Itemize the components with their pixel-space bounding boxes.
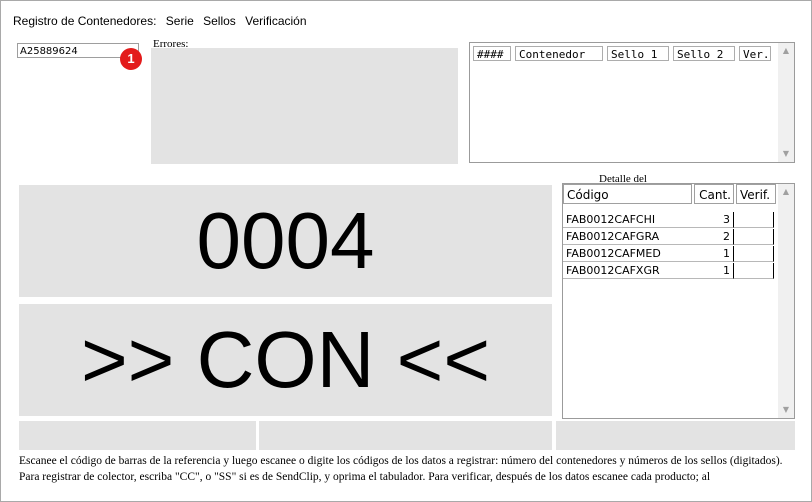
counter-display: 0004	[19, 185, 552, 297]
table-row[interactable]: FAB0012CAFXGR 1	[563, 263, 774, 279]
col-header-contenedor: Contenedor	[515, 46, 603, 61]
scroll-down-icon[interactable]: ▼	[778, 402, 794, 418]
cell-code: FAB0012CAFMED	[563, 246, 694, 262]
status-box-3	[556, 421, 795, 450]
step-badge: 1	[120, 48, 142, 70]
menu-title: Registro de Contenedores:	[13, 14, 157, 28]
help-text: Escanee el código de barras de la refere…	[19, 455, 783, 483]
menu-bar: Registro de Contenedores: Serie Sellos V…	[13, 14, 313, 32]
cell-qty: 1	[694, 246, 734, 262]
col-header-codigo: Código	[563, 184, 692, 204]
table-row[interactable]: FAB0012CAFMED 1	[563, 246, 774, 262]
containers-scrollbar[interactable]: ▲ ▼	[778, 43, 794, 162]
cell-qty: 1	[694, 263, 734, 279]
cell-qty: 3	[694, 212, 734, 228]
errors-box	[151, 48, 458, 164]
col-header-sello2: Sello 2	[673, 46, 735, 61]
menu-item-sellos[interactable]: Sellos	[203, 14, 236, 28]
cell-verif	[734, 229, 774, 245]
containers-list[interactable]: #### Contenedor Sello 1 Sello 2 Ver. ▲ ▼	[469, 42, 795, 163]
col-header-cant: Cant.	[694, 184, 734, 204]
cell-verif	[734, 212, 774, 228]
cell-code: FAB0012CAFXGR	[563, 263, 694, 279]
cell-code: FAB0012CAFCHI	[563, 212, 694, 228]
cell-qty: 2	[694, 229, 734, 245]
status-box-1	[19, 421, 256, 450]
table-row[interactable]: FAB0012CAFGRA 2	[563, 229, 774, 245]
col-header-number: ####	[473, 46, 511, 61]
menu-item-verificacion[interactable]: Verificación	[245, 14, 306, 28]
detail-header: Código Cant. Verif.	[563, 184, 776, 206]
col-header-sello1: Sello 1	[607, 46, 669, 61]
cell-verif	[734, 263, 774, 279]
mode-display: >> CON <<	[19, 304, 552, 416]
scroll-up-icon[interactable]: ▲	[778, 184, 794, 200]
col-header-verif: Verif.	[736, 184, 776, 204]
status-box-2	[259, 421, 552, 450]
containers-header: #### Contenedor Sello 1 Sello 2 Ver.	[473, 46, 775, 61]
detail-scrollbar[interactable]: ▲ ▼	[778, 184, 794, 418]
menu-item-serie[interactable]: Serie	[166, 14, 194, 28]
scroll-down-icon[interactable]: ▼	[778, 146, 794, 162]
detail-list[interactable]: Código Cant. Verif. FAB0012CAFCHI 3 FAB0…	[562, 183, 795, 419]
cell-code: FAB0012CAFGRA	[563, 229, 694, 245]
table-row[interactable]: FAB0012CAFCHI 3	[563, 212, 774, 228]
cell-verif	[734, 246, 774, 262]
col-header-ver: Ver.	[739, 46, 771, 61]
scroll-up-icon[interactable]: ▲	[778, 43, 794, 59]
main-window: Registro de Contenedores: Serie Sellos V…	[0, 0, 812, 502]
